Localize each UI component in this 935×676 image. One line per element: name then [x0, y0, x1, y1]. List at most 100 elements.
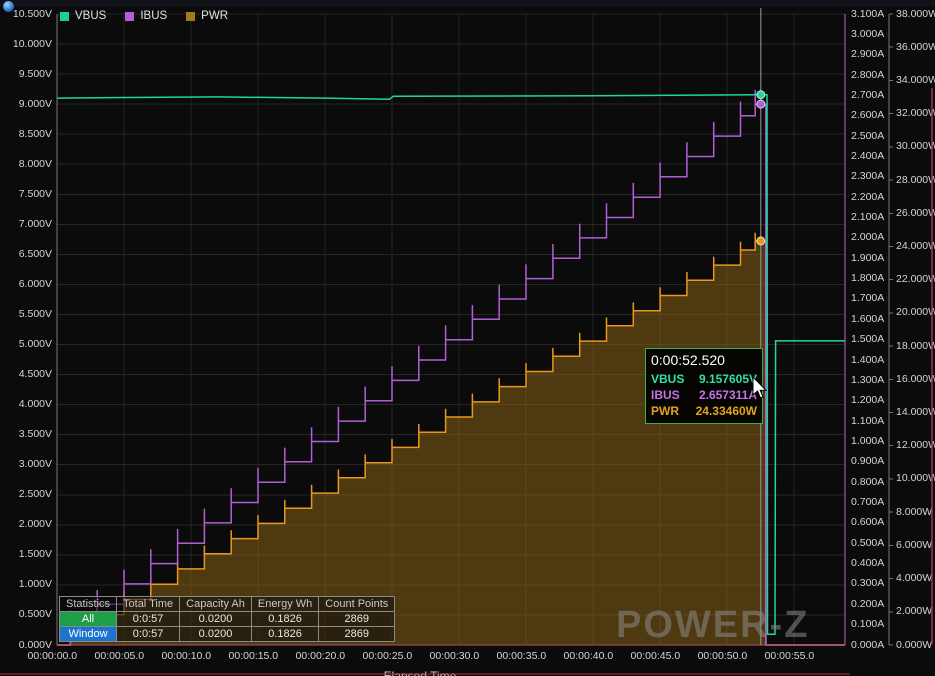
- power-z-recorder-screen: 0.000V 0.500V 1.000V 1.500V 2.000V 2.500V 3.00…: [0, 0, 935, 676]
- pwr-swatch-icon: [186, 11, 196, 21]
- current-tick-label: 2.000A: [851, 231, 885, 244]
- power-tick-label: 0.000W: [896, 638, 933, 651]
- powerz-watermark: POWER-Z: [616, 604, 810, 646]
- tooltip-row-vbus: VBUS 9.157605V: [651, 371, 757, 387]
- power-tick-label: 28.000W: [896, 173, 935, 186]
- tooltip-value-pwr: 24.33460W: [695, 404, 757, 418]
- tooltip-name-ibus: IBUS: [651, 388, 680, 402]
- current-tick-label: 0.900A: [851, 455, 885, 468]
- current-tick-label: 1.100A: [851, 414, 885, 427]
- stats-window-count: 2869: [318, 626, 396, 642]
- voltage-tick-label: 7.000V: [18, 217, 52, 230]
- current-tick-label: 1.000A: [851, 434, 885, 447]
- time-tick-label: 00:00:15.0: [228, 650, 279, 662]
- voltage-tick-label: 6.000V: [18, 277, 52, 290]
- time-tick-label: 00:00:25.0: [362, 650, 413, 662]
- ibus-swatch-icon: [125, 11, 135, 21]
- power-tick-label: 6.000W: [896, 538, 933, 551]
- current-tick-label: 1.900A: [851, 251, 885, 264]
- current-tick-label: 2.500A: [851, 129, 885, 142]
- stats-window-energy: 0.1826: [250, 626, 320, 642]
- current-tick-label: 2.800A: [851, 68, 885, 81]
- current-tick-label: 0.700A: [851, 496, 885, 509]
- current-tick-label: 0.100A: [851, 618, 885, 631]
- power-tick-label: 34.000W: [896, 73, 935, 86]
- legend-item-pwr[interactable]: PWR: [186, 10, 228, 22]
- legend-label-vbus: VBUS: [75, 10, 107, 22]
- power-tick-label: 8.000W: [896, 505, 933, 518]
- current-tick-label: 1.500A: [851, 333, 885, 346]
- current-tick-label: 2.300A: [851, 170, 885, 183]
- power-tick-label: 10.000W: [896, 472, 935, 485]
- current-tick-label: 1.700A: [851, 292, 885, 305]
- chart-plot[interactable]: [0, 0, 935, 676]
- time-tick-label: 00:00:35.0: [496, 650, 547, 662]
- stats-row-all-label[interactable]: All: [58, 611, 118, 627]
- voltage-tick-label: 2.000V: [18, 518, 52, 531]
- voltage-tick-label: 9.500V: [18, 67, 52, 80]
- power-tick-label: 16.000W: [896, 372, 935, 385]
- tooltip-name-pwr: PWR: [651, 404, 679, 418]
- stats-header-count: Count Points: [318, 596, 396, 612]
- current-tick-label: 0.000A: [851, 638, 885, 651]
- time-tick-label: 00:00:10.0: [161, 650, 212, 662]
- power-tick-label: 32.000W: [896, 107, 935, 120]
- voltage-tick-label: 1.500V: [18, 548, 52, 561]
- titlebar-fragment: [0, 0, 935, 12]
- voltage-tick-label: 6.500V: [18, 247, 52, 260]
- current-tick-label: 1.800A: [851, 272, 885, 285]
- voltage-tick-label: 4.000V: [18, 398, 52, 411]
- current-tick-label: 3.000A: [851, 27, 885, 40]
- mouse-cursor-icon: [752, 376, 768, 399]
- current-tick-label: 1.200A: [851, 394, 885, 407]
- legend-item-vbus[interactable]: VBUS: [60, 10, 106, 22]
- horizontal-scrollbar[interactable]: [0, 673, 850, 675]
- current-tick-label: 0.400A: [851, 557, 885, 570]
- current-tick-label: 0.300A: [851, 577, 885, 590]
- current-tick-label: 2.600A: [851, 109, 885, 122]
- voltage-tick-label: 7.500V: [18, 187, 52, 200]
- stats-all-capacity: 0.0200: [179, 611, 252, 627]
- stats-header-energy: Energy Wh: [250, 596, 320, 612]
- cursor-tooltip: 0:00:52.520 VBUS 9.157605V IBUS 2.657311…: [645, 348, 763, 424]
- voltage-tick-label: 0.500V: [18, 608, 52, 621]
- stats-header-total-time: Total Time: [116, 596, 181, 612]
- stats-row-window-label[interactable]: Window: [58, 626, 118, 642]
- voltage-tick-label: 8.000V: [18, 157, 52, 170]
- power-tick-label: 26.000W: [896, 206, 935, 219]
- power-tick-label: 2.000W: [896, 605, 933, 618]
- chart-legend: VBUS IBUS PWR: [60, 10, 228, 22]
- legend-item-ibus[interactable]: IBUS: [125, 10, 167, 22]
- current-tick-label: 1.600A: [851, 312, 885, 325]
- stats-header-capacity: Capacity Ah: [179, 596, 252, 612]
- stats-window-capacity: 0.0200: [179, 626, 252, 642]
- current-tick-label: 2.700A: [851, 88, 885, 101]
- ibus-cursor-marker: [756, 99, 766, 109]
- current-tick-label: 2.200A: [851, 190, 885, 203]
- tooltip-name-vbus: VBUS: [651, 372, 685, 386]
- current-tick-label: 0.800A: [851, 475, 885, 488]
- current-tick-label: 2.100A: [851, 211, 885, 224]
- stats-header-statistics: Statistics: [58, 596, 118, 612]
- current-tick-label: 1.300A: [851, 373, 885, 386]
- time-tick-label: 00:00:50.0: [697, 650, 748, 662]
- power-tick-label: 36.000W: [896, 40, 935, 53]
- tooltip-row-ibus: IBUS 2.657311A: [651, 387, 757, 403]
- voltage-tick-label: 10.500V: [12, 7, 52, 20]
- stats-all-total-time: 0:0:57: [116, 611, 181, 627]
- pwr-area-fill: [57, 232, 845, 645]
- voltage-tick-label: 9.000V: [18, 97, 52, 110]
- stats-header-row: Statistics Total Time Capacity Ah Energy…: [58, 596, 396, 612]
- voltage-tick-label: 2.500V: [18, 488, 52, 501]
- voltage-tick-label: 10.000V: [12, 37, 52, 50]
- voltage-tick-label: 3.500V: [18, 428, 52, 441]
- power-tick-label: 4.000W: [896, 572, 933, 585]
- time-tick-label: 00:00:45.0: [630, 650, 681, 662]
- current-tick-label: 0.200A: [851, 597, 885, 610]
- pwr-cursor-marker: [756, 236, 766, 246]
- power-tick-label: 30.000W: [896, 140, 935, 153]
- statistics-table: Statistics Total Time Capacity Ah Energy…: [58, 596, 396, 642]
- app-icon: [3, 1, 14, 12]
- current-tick-label: 0.500A: [851, 536, 885, 549]
- vertical-scrollbar[interactable]: [931, 88, 933, 644]
